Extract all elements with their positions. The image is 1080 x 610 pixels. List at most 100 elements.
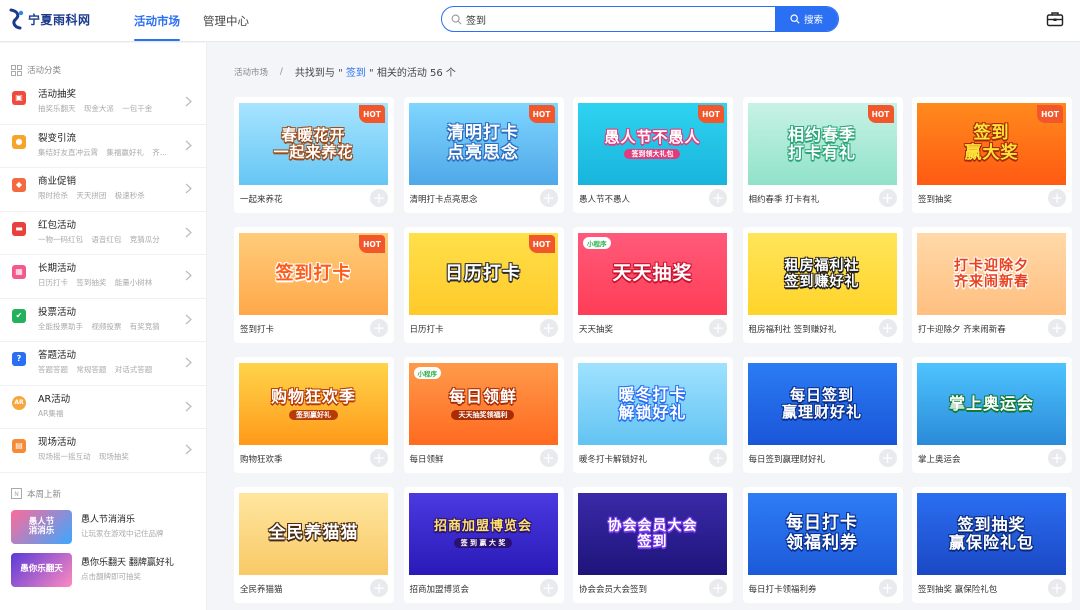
category-item[interactable]: ▦ 长期活动 日历打卡 签到抽奖 能量小树林 (0, 255, 206, 299)
activity-card[interactable]: 租房福利社 签到赚好礼 租房福利社 签到赚好礼 + (742, 227, 903, 343)
activity-card[interactable]: 购物狂欢季 签到赢好礼 购物狂欢季 + (234, 357, 394, 473)
banner-title: 每日签到 赢理财好礼 (781, 385, 862, 421)
add-icon[interactable]: + (539, 579, 558, 597)
hot-badge: HOT (528, 235, 555, 253)
activity-card[interactable]: HOT 签到 赢大奖 签到抽奖 + (912, 97, 1072, 213)
chevron-right-icon (185, 401, 192, 411)
activity-banner: 租房福利社 签到赚好礼 (747, 233, 897, 315)
activity-card[interactable]: 全民养猫猫 全民养猫猫 + (234, 487, 394, 603)
activity-card[interactable]: HOT 愚人节不愚人 签到领大礼包 愚人节不愚人 + (573, 97, 733, 213)
category-item[interactable]: ▤ 现场活动 现场摇一摇互动 现场抽奖 (0, 429, 206, 473)
activity-card[interactable]: 每日签到 赢理财好礼 每日签到赢理财好礼 + (742, 357, 903, 473)
category-title: 现场活动 (38, 437, 77, 448)
logo[interactable]: 宁夏雨科网 (8, 8, 91, 30)
banner-title-block: 掌上奥运会 (945, 394, 1038, 413)
add-icon[interactable]: + (709, 579, 727, 597)
activity-card[interactable]: 签到抽奖 赢保险礼包 签到抽奖 赢保险礼包 + (912, 487, 1072, 603)
add-icon[interactable]: + (1048, 189, 1066, 207)
banner-title-block: 打卡迎除夕 齐来闹新春 (950, 258, 1033, 290)
new-item[interactable]: 愚人节 消消乐 愚人节消消乐 让玩家在游戏中记住品牌 (0, 508, 206, 546)
add-icon[interactable]: + (539, 319, 558, 337)
activity-name: 每日领鲜 (409, 455, 444, 465)
category-title: 红包活动 (38, 219, 77, 231)
category-section-header: 活动分类 (0, 59, 206, 81)
add-icon[interactable]: + (1048, 319, 1066, 337)
add-icon[interactable]: + (370, 579, 388, 597)
banner-title-block: 招商加盟博览会 签 到 赢 大 奖 (430, 519, 536, 548)
hot-badge: HOT (867, 105, 894, 123)
add-icon[interactable]: + (539, 449, 558, 467)
category-title: 商业促销 (38, 176, 77, 187)
add-icon[interactable]: + (1048, 579, 1066, 597)
breadcrumb-root[interactable]: 活动市场 (234, 66, 268, 78)
activity-name: 日历打卡 (409, 325, 444, 335)
add-icon[interactable]: + (878, 189, 897, 207)
add-icon[interactable]: + (539, 189, 558, 207)
new-item[interactable]: 愚你乐翻天 愚你乐翻天 翻牌赢好礼 点击翻牌即可抽奖 (0, 551, 206, 589)
activity-card[interactable]: HOT 清明打卡 点亮思念 清明打卡点亮思念 + (403, 97, 564, 213)
chevron-right-icon (185, 444, 192, 455)
result-summary: 共找到与 " 签到 " 相关的活动 56 个 (295, 64, 456, 79)
search-icon (790, 14, 800, 24)
add-icon[interactable]: + (709, 449, 727, 467)
category-title: 长期活动 (38, 263, 77, 274)
category-item[interactable]: ● 裂变引流 集结好友直冲云霄 集福赢好礼 齐... (0, 125, 206, 168)
activity-card[interactable]: HOT 签到打卡 签到打卡 + (234, 227, 394, 343)
new-item-thumbnail: 愚你乐翻天 (11, 552, 72, 587)
category-item[interactable]: ▬ 红包活动 一物一码红包 语音红包 竞猜瓜分 (0, 212, 206, 255)
tag-icon: ◆ (12, 178, 26, 192)
category-item[interactable]: AR AR活动 AR集福 (0, 386, 206, 429)
banner-title: 协会会员大会 签到 (607, 517, 698, 550)
banner-title-block: 签到 赢大奖 (961, 124, 1023, 163)
activity-banner: 打卡迎除夕 齐来闹新春 (917, 233, 1066, 315)
banner-title: 相约春季 打卡有礼 (787, 124, 856, 162)
add-icon[interactable]: + (1048, 449, 1066, 467)
nav-management-center[interactable]: 管理中心 (195, 0, 257, 42)
ar-icon: AR (12, 395, 26, 410)
add-icon[interactable]: + (370, 319, 388, 337)
activity-card[interactable]: HOT 日历打卡 日历打卡 + (403, 227, 564, 343)
hot-badge: HOT (1037, 105, 1063, 123)
add-icon[interactable]: + (878, 319, 897, 337)
search-input[interactable] (442, 7, 775, 31)
banner-title-block: 签到抽奖 赢保险礼包 (945, 515, 1038, 553)
add-icon[interactable]: + (709, 319, 727, 337)
activity-card[interactable]: 招商加盟博览会 签 到 赢 大 奖 招商加盟博览会 + (403, 487, 564, 603)
search-button-label: 搜索 (803, 15, 823, 26)
category-subtitle: 抽奖乐翻天 现金大派 一包千金 (38, 104, 153, 113)
top-bar: 宁夏雨科网 活动市场 管理中心 搜索 (0, 0, 1080, 42)
activity-card[interactable]: 掌上奥运会 掌上奥运会 + (912, 357, 1072, 473)
chevron-right-icon (185, 270, 192, 281)
add-icon[interactable]: + (370, 189, 388, 207)
activity-card[interactable]: 每日打卡 领福利券 每日打卡领福利券 + (742, 487, 903, 603)
search-button[interactable]: 搜索 (775, 7, 838, 31)
new-section-title: 本周上新 (27, 489, 62, 500)
activity-name: 每日签到赢理财好礼 (748, 455, 826, 465)
activity-card[interactable]: 打卡迎除夕 齐来闹新春 打卡迎除夕 齐来闹新春 + (912, 227, 1072, 343)
category-item[interactable]: ◆ 商业促销 限时抢杀 天天拼团 极速秒杀 (0, 168, 206, 212)
add-icon[interactable]: + (878, 579, 897, 597)
breadcrumb: 活动市场 / 共找到与 " 签到 " 相关的活动 56 个 (234, 64, 456, 80)
category-item[interactable]: ▣ 活动抽奖 抽奖乐翻天 现金大派 一包千金 (0, 81, 206, 125)
red-envelope-icon: ▬ (12, 221, 26, 236)
add-icon[interactable]: + (709, 189, 727, 207)
add-icon[interactable]: + (878, 449, 897, 467)
chevron-right-icon (185, 314, 192, 324)
nav-activity-market[interactable]: 活动市场 (126, 0, 188, 42)
category-item[interactable]: ✔ 投票活动 全能投票助手 视频投票 有奖竞猜 (0, 299, 206, 342)
activity-banner: 全民养猫猫 (239, 493, 388, 575)
category-subtitle: 限时抢杀 天天拼团 极速秒杀 (38, 191, 145, 200)
activity-card[interactable]: HOT 相约春季 打卡有礼 相约春季 打卡有礼 + (742, 97, 903, 213)
add-icon[interactable]: + (370, 449, 388, 467)
category-title: 答题活动 (38, 350, 77, 361)
activity-card[interactable]: 小程序 天天抽奖 天天抽奖 + (573, 227, 733, 343)
activity-card[interactable]: 小程序 每日领鲜 天天抽奖领福利 每日领鲜 + (403, 357, 564, 473)
category-title: 投票活动 (38, 306, 77, 318)
category-item[interactable]: ? 答题活动 答题答题 常规答题 对话式答题 (0, 342, 206, 386)
toolbox-icon[interactable] (1046, 11, 1064, 27)
activity-card[interactable]: 暖冬打卡 解锁好礼 暖冬打卡解锁好礼 + (573, 357, 733, 473)
activity-card[interactable]: HOT 春暖花开 一起来养花 一起来养花 + (234, 97, 394, 213)
activity-card[interactable]: 协会会员大会 签到 协会会员大会签到 + (573, 487, 733, 603)
hot-badge: HOT (528, 105, 555, 123)
hot-badge: HOT (359, 105, 385, 123)
